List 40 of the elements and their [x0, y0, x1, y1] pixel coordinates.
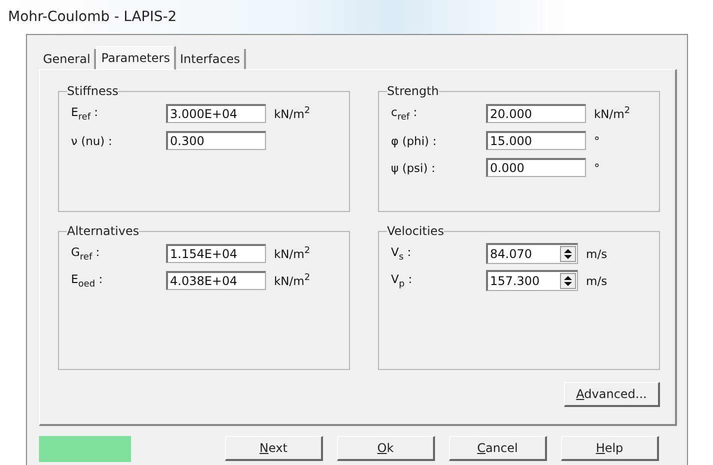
group-title: Alternatives — [67, 224, 140, 238]
field-label: V$_{s}$ : — [390, 244, 412, 262]
group-title: Stiffness — [67, 84, 118, 98]
unit-label: m/s — [586, 246, 608, 260]
spin-field[interactable]: 84.070 — [486, 243, 578, 264]
group-title: Velocities — [387, 224, 444, 238]
input-field[interactable]: 4.038E+04 — [166, 271, 266, 290]
unit-label: ° — [594, 134, 600, 148]
spin-field[interactable]: 157.300 — [486, 270, 578, 291]
dialog-button[interactable]: Help — [561, 436, 659, 461]
unit-label: kN/m$^{2}$ — [274, 106, 310, 121]
window-title: Mohr-Coulomb - LAPIS-2 — [8, 9, 177, 25]
dialog-button[interactable]: Ok — [337, 436, 435, 461]
field-label: E$_{ref}$ : — [70, 104, 100, 122]
field-label: c$_{ref}$ : — [390, 104, 418, 122]
field-label: ψ (psi) : — [390, 160, 436, 174]
input-field[interactable]: 0.300 — [166, 131, 266, 150]
tab[interactable]: Parameters — [96, 46, 176, 70]
spin-arrows-icon[interactable] — [560, 246, 576, 262]
field-label: V$_{p}$ : — [390, 272, 414, 290]
field-label: ν (nu) : — [70, 134, 114, 148]
advanced-button[interactable]: Advanced... — [564, 382, 660, 407]
unit-label: ° — [594, 160, 600, 174]
dialog-button[interactable]: Next — [225, 436, 323, 461]
input-field[interactable]: 15.000 — [486, 131, 586, 150]
group-title: Strength — [387, 84, 439, 98]
input-field[interactable]: 20.000 — [486, 104, 586, 123]
spin-arrows-icon[interactable] — [560, 273, 576, 289]
input-field[interactable]: 1.154E+04 — [166, 244, 266, 263]
input-field[interactable]: 0.000 — [486, 158, 586, 177]
field-label: φ (phi) : — [390, 134, 438, 148]
unit-label: kN/m$^{2}$ — [594, 106, 630, 121]
dialog-button[interactable]: Cancel — [449, 436, 547, 461]
color-swatch[interactable] — [39, 436, 131, 462]
field-label: G$_{ref}$ : — [70, 244, 101, 262]
input-field[interactable]: 3.000E+04 — [166, 104, 266, 123]
field-label: E$_{oed}$ : — [70, 272, 104, 290]
unit-label: kN/m$^{2}$ — [274, 246, 310, 261]
unit-label: kN/m$^{2}$ — [274, 273, 310, 288]
unit-label: m/s — [586, 274, 608, 288]
